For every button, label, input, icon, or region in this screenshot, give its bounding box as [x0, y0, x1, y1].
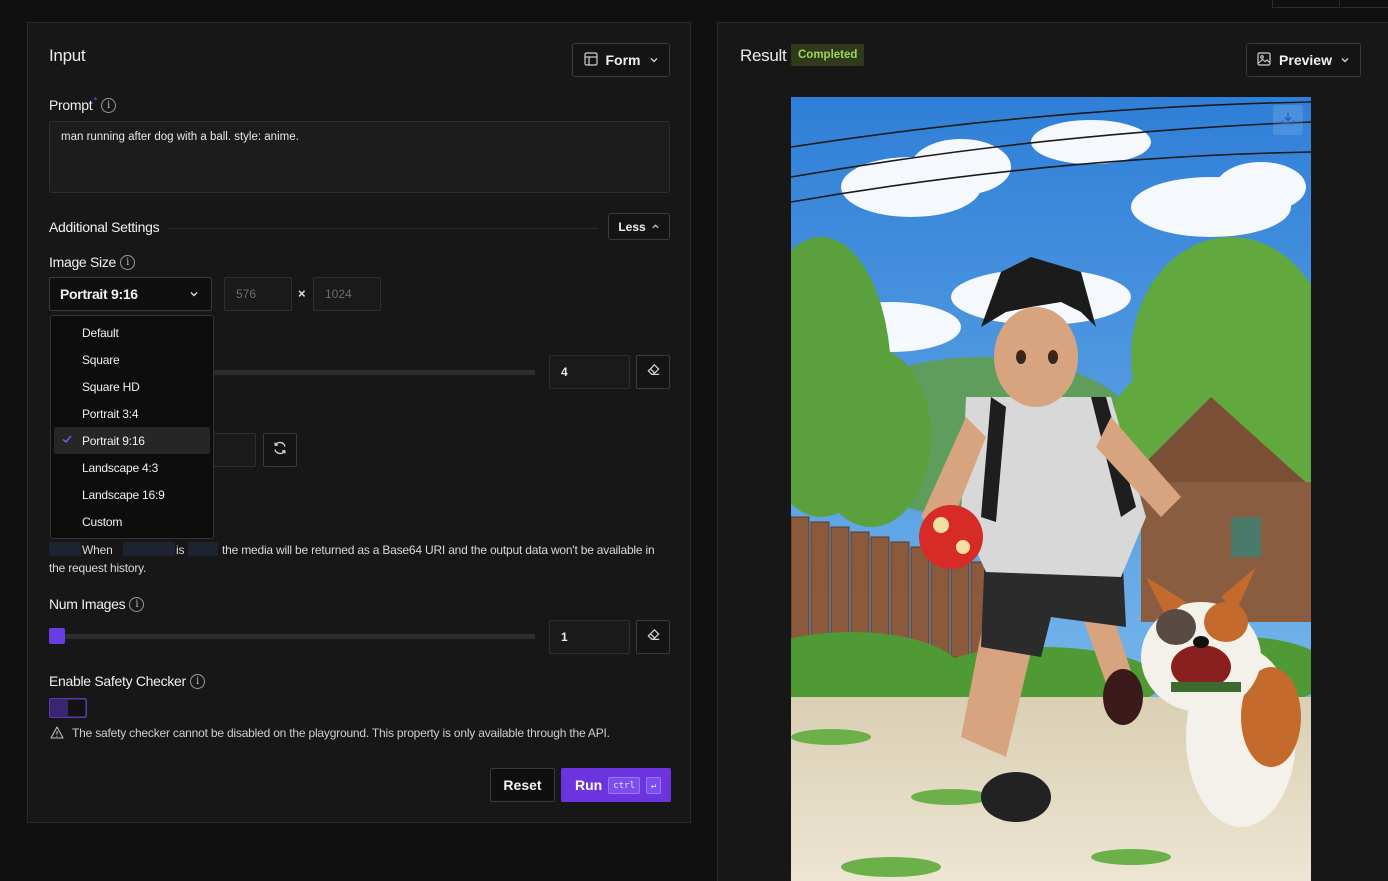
height-input[interactable]: 1024 — [313, 277, 381, 311]
refresh-icon — [272, 440, 288, 461]
check-icon — [61, 433, 73, 448]
image-size-selected-value: Portrait 9:16 — [60, 286, 138, 302]
image-size-option[interactable]: Custom — [54, 508, 210, 535]
image-size-option-label: Landscape 16:9 — [82, 487, 165, 502]
eraser-icon — [646, 627, 661, 647]
num-images-label-text: Num Images — [49, 596, 126, 612]
true-value-code — [188, 542, 218, 556]
run-button[interactable]: Run ctrl ↵ — [561, 768, 671, 802]
status-badge: Completed — [791, 44, 865, 66]
reset-num-images-button[interactable] — [636, 620, 670, 654]
image-size-option[interactable]: Landscape 16:9 — [54, 481, 210, 508]
num-images-slider-thumb[interactable] — [49, 628, 65, 644]
warning-icon — [50, 726, 64, 744]
download-icon — [1281, 111, 1295, 130]
image-size-option-label: Square HD — [82, 379, 140, 394]
chevron-down-icon — [1340, 52, 1350, 68]
image-size-option[interactable]: Landscape 4:3 — [54, 454, 210, 481]
prompt-label-text: Prompt — [49, 97, 93, 113]
chevron-down-icon — [649, 52, 659, 68]
sync-note-part3: the media will be returned as a Base64 U… — [222, 543, 655, 557]
toggle-knob — [68, 700, 85, 716]
shortcut-enter: ↵ — [645, 776, 662, 794]
image-size-dropdown: Default Square Square HD Portrait 3:4 Portra… — [50, 315, 214, 539]
anime-illustration — [791, 97, 1311, 881]
info-icon[interactable]: i — [189, 673, 205, 689]
chevron-up-icon — [651, 220, 660, 234]
info-icon[interactable]: i — [100, 97, 116, 113]
image-size-option[interactable]: Square — [54, 346, 210, 373]
additional-settings-label-text: Additional Settings — [49, 219, 160, 235]
preview-button-label: Preview — [1279, 52, 1332, 68]
required-mark: * — [93, 95, 97, 107]
chevron-down-icon — [189, 286, 199, 302]
sync-mode-code — [49, 542, 81, 556]
info-icon[interactable]: i — [120, 254, 136, 270]
info-icon[interactable]: i — [129, 596, 145, 612]
image-size-option[interactable]: Portrait 9:16 — [54, 427, 210, 454]
safety-checker-label: Enable Safety Checker i — [49, 673, 205, 689]
top-toolbar-fragment — [1272, 0, 1388, 8]
image-size-label: Image Size i — [49, 254, 136, 270]
steps-slider-track[interactable] — [178, 370, 535, 375]
less-settings-button[interactable]: Less — [608, 213, 670, 240]
image-size-option[interactable]: Default — [54, 319, 210, 346]
image-size-option[interactable]: Square HD — [54, 373, 210, 400]
image-size-option-label: Portrait 9:16 — [82, 433, 145, 448]
image-size-option[interactable]: Portrait 3:4 — [54, 400, 210, 427]
width-input[interactable]: 576 — [224, 277, 292, 311]
reset-steps-button[interactable] — [636, 355, 670, 389]
layout-icon — [583, 51, 598, 69]
prompt-label: Prompt * i — [49, 95, 116, 113]
eraser-icon — [646, 362, 661, 382]
num-images-slider-track[interactable] — [49, 634, 535, 639]
image-size-option-label: Default — [82, 325, 119, 340]
form-view-button[interactable]: Form — [572, 43, 670, 77]
run-button-label: Run — [575, 777, 603, 793]
input-panel: Input Form Prompt * i man running after … — [27, 22, 691, 823]
result-panel-title: Result — [740, 46, 787, 65]
download-button[interactable] — [1273, 105, 1303, 135]
image-icon — [1257, 51, 1271, 69]
num-images-input[interactable]: 1 — [549, 620, 630, 654]
times-symbol: × — [298, 286, 306, 301]
form-view-button-label: Form — [605, 52, 641, 68]
divider — [168, 228, 598, 229]
sync-note-part4: the request history. — [49, 561, 147, 575]
generated-image[interactable] — [791, 97, 1311, 881]
safety-checker-label-text: Enable Safety Checker — [49, 673, 186, 689]
randomize-seed-button[interactable] — [263, 433, 297, 467]
prompt-textarea[interactable]: man running after dog with a ball. style… — [49, 121, 670, 193]
result-panel: Result Completed Preview — [717, 22, 1388, 881]
sync-note-part1: When — [82, 543, 113, 557]
additional-settings-label: Additional Settings — [49, 219, 160, 235]
image-size-option-label: Portrait 3:4 — [82, 406, 139, 421]
sync-note-part2: is — [176, 543, 185, 557]
safety-checker-toggle[interactable] — [49, 698, 87, 718]
num-images-label: Num Images i — [49, 596, 145, 612]
preview-button[interactable]: Preview — [1246, 43, 1361, 77]
image-size-option-label: Square — [82, 352, 120, 367]
shortcut-ctrl: ctrl — [608, 776, 640, 794]
image-size-option-label: Landscape 4:3 — [82, 460, 159, 475]
image-size-label-text: Image Size — [49, 254, 117, 270]
safety-checker-warning: The safety checker cannot be disabled on… — [72, 726, 610, 740]
sync-mode-param-code — [123, 542, 175, 556]
steps-input[interactable]: 4 — [549, 355, 630, 389]
image-size-option-label: Custom — [82, 514, 123, 529]
input-panel-title: Input — [49, 46, 86, 65]
image-size-select[interactable]: Portrait 9:16 — [49, 277, 212, 311]
less-settings-label: Less — [618, 219, 646, 234]
reset-button[interactable]: Reset — [490, 768, 555, 802]
